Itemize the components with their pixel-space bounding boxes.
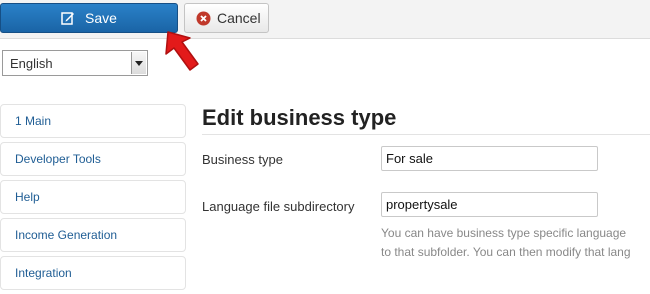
sidebar-item-label: 1 Main [15,114,52,128]
language-select[interactable]: English [2,50,148,76]
sidebar-item-help[interactable]: Help [0,180,186,214]
sidebar-item-income-generation[interactable]: Income Generation [0,218,186,252]
sidebar-item-main[interactable]: 1 Main [0,104,186,138]
sidebar-item-integration[interactable]: Integration [0,256,186,290]
business-type-input[interactable] [381,146,598,171]
cancel-label: Cancel [217,10,261,26]
sidebar-item-label: Integration [15,266,72,280]
edit-icon [61,11,75,25]
help-text-line: to that subfolder. You can then modify t… [381,245,631,259]
sidebar-item-developer-tools[interactable]: Developer Tools [0,142,186,176]
language-dir-input[interactable] [381,192,598,217]
language-dir-label: Language file subdirectory [202,199,355,214]
sidebar-item-label: Income Generation [15,228,118,242]
business-type-label: Business type [202,152,283,167]
title-divider [202,134,650,135]
pointer-arrow-icon [165,31,199,71]
toolbar: Save Cancel [0,0,650,39]
chevron-down-icon[interactable] [131,52,146,74]
language-select-value: English [10,55,53,71]
page-title: Edit business type [202,105,397,130]
save-button[interactable]: Save [0,3,178,33]
help-text: You can have business type specific lang… [381,224,650,262]
sidebar: 1 Main Developer Tools Help Income Gener… [0,104,186,294]
sidebar-item-label: Developer Tools [15,152,101,166]
sidebar-item-label: Help [15,190,40,204]
save-label: Save [85,10,117,26]
help-text-line: You can have business type specific lang… [381,226,627,240]
